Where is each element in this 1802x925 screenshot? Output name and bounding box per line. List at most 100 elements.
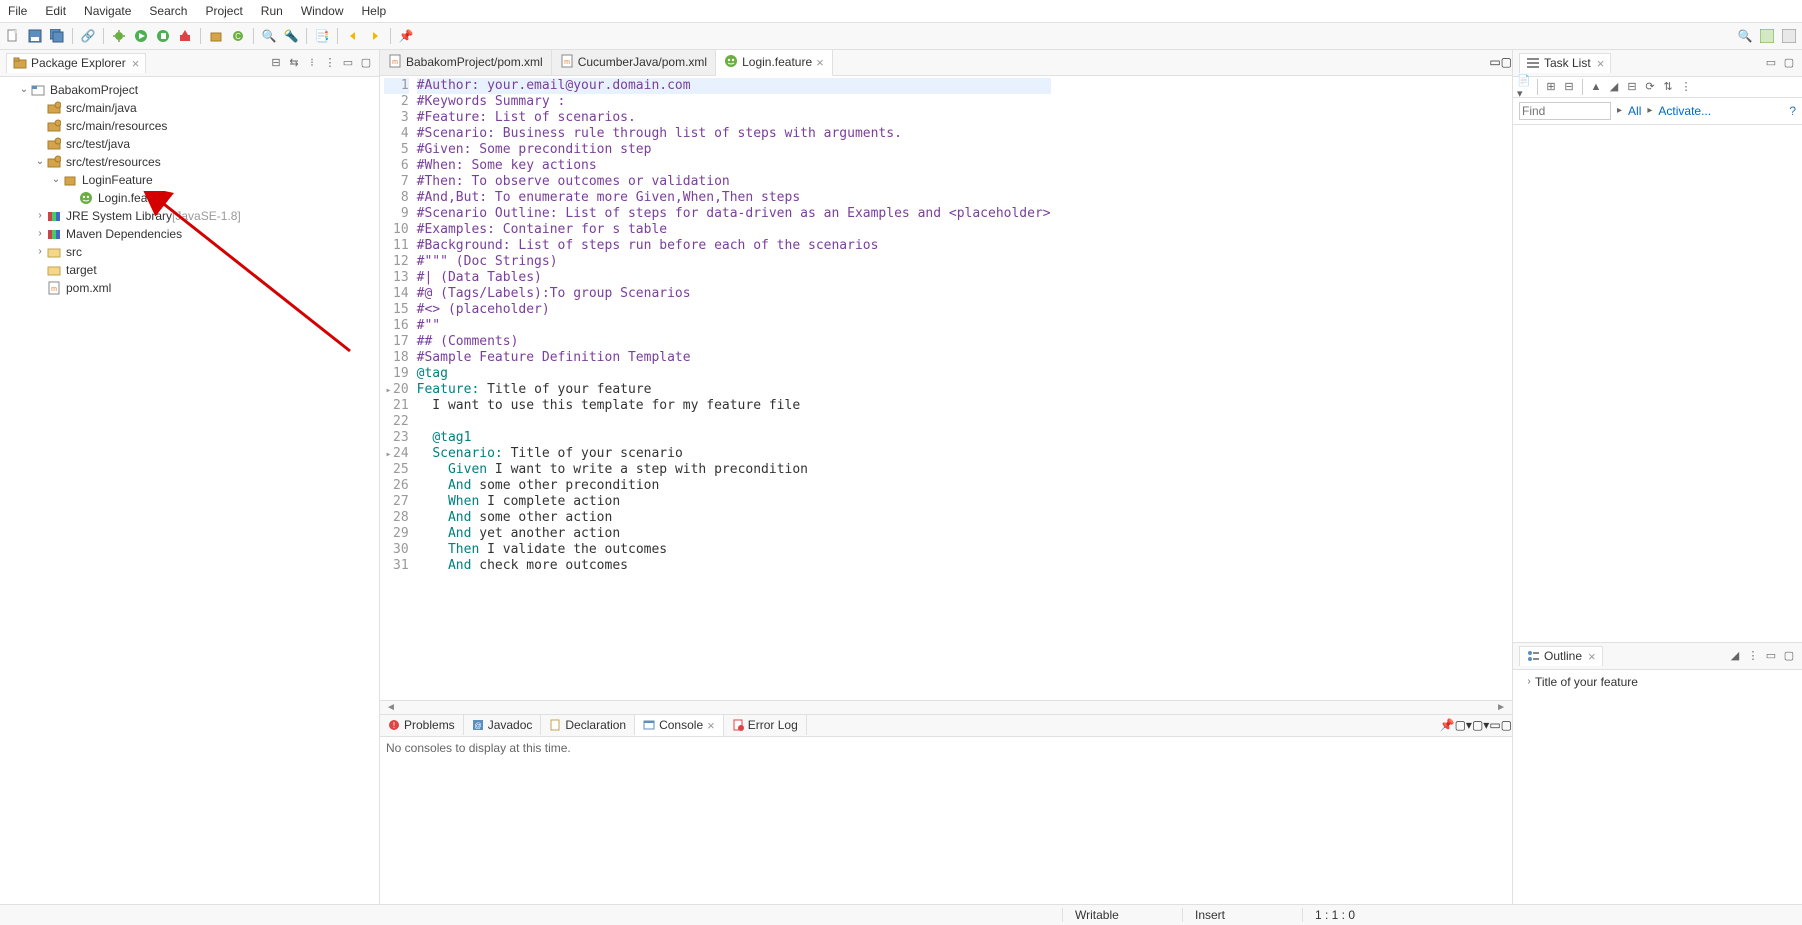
tab-declaration[interactable]: Declaration bbox=[541, 715, 635, 735]
pin-icon[interactable]: 📌 bbox=[397, 27, 415, 45]
tree-login-feature[interactable]: Login.feature bbox=[98, 191, 168, 205]
tree-item[interactable]: Maven Dependencies bbox=[66, 227, 182, 241]
menu-edit[interactable]: Edit bbox=[45, 4, 66, 18]
close-icon[interactable]: × bbox=[132, 56, 140, 71]
task-list-title: Task List bbox=[1544, 56, 1591, 70]
tree-project[interactable]: BabakomProject bbox=[50, 83, 138, 97]
external-tools-icon[interactable] bbox=[176, 27, 194, 45]
coverage-icon[interactable] bbox=[154, 27, 172, 45]
save-all-icon[interactable] bbox=[48, 27, 66, 45]
search-icon[interactable]: 🔦 bbox=[282, 27, 300, 45]
new-console-icon[interactable]: ▢▾ bbox=[1472, 718, 1489, 732]
tab-problems[interactable]: !Problems bbox=[380, 715, 464, 735]
close-icon[interactable]: × bbox=[1588, 649, 1596, 664]
tree-item[interactable]: target bbox=[66, 263, 97, 277]
forward-icon[interactable] bbox=[366, 27, 384, 45]
perspective-java-icon[interactable] bbox=[1758, 27, 1776, 45]
close-icon[interactable]: × bbox=[707, 718, 715, 733]
synchronize-icon[interactable]: ⟳ bbox=[1643, 80, 1657, 94]
right-panel: Task List× ▭ ▢ 📄▾ ⊞ ⊟ ▲ ◢ ⊟ ⟳ ⇅ ⋮ ▸All bbox=[1512, 50, 1802, 904]
tab-errorlog[interactable]: Error Log bbox=[724, 715, 807, 735]
view-menu-icon[interactable]: ⋮ bbox=[1679, 80, 1693, 94]
tab-javadoc[interactable]: @Javadoc bbox=[464, 715, 542, 735]
svg-text:m: m bbox=[392, 59, 398, 66]
editor-tab[interactable]: mBabakomProject/pom.xml bbox=[380, 50, 552, 75]
new-task-icon[interactable]: 📄▾ bbox=[1517, 80, 1531, 94]
tree-item[interactable]: src/main/resources bbox=[66, 119, 167, 133]
maximize-icon[interactable]: ▢ bbox=[1501, 718, 1512, 732]
tree-item[interactable]: src/test/java bbox=[66, 137, 130, 151]
menu-window[interactable]: Window bbox=[301, 4, 344, 18]
toggle-mark-icon[interactable]: 📑 bbox=[313, 27, 331, 45]
hide-icon[interactable]: ◢ bbox=[1607, 80, 1621, 94]
tab-icon bbox=[724, 54, 738, 71]
close-icon[interactable]: × bbox=[816, 55, 824, 70]
run-icon[interactable] bbox=[132, 27, 150, 45]
maximize-icon[interactable]: ▢ bbox=[1782, 56, 1796, 70]
menu-run[interactable]: Run bbox=[261, 4, 283, 18]
task-activate-link[interactable]: Activate... bbox=[1658, 104, 1711, 118]
code-content[interactable]: #Author: your.email@your.domain.com#Keyw… bbox=[417, 76, 1051, 700]
task-find-input[interactable] bbox=[1519, 102, 1611, 120]
outline-view: Outline× ◢ ⋮ ▭ ▢ ›Title of your feature bbox=[1513, 642, 1802, 904]
menu-project[interactable]: Project bbox=[205, 4, 242, 18]
task-all-link[interactable]: All bbox=[1628, 104, 1641, 118]
sort-icon[interactable]: ⇅ bbox=[1661, 80, 1675, 94]
menu-navigate[interactable]: Navigate bbox=[84, 4, 131, 18]
collapse-all-icon[interactable]: ⊟ bbox=[269, 56, 283, 70]
back-icon[interactable] bbox=[344, 27, 362, 45]
focus-icon[interactable]: ◢ bbox=[1728, 649, 1742, 663]
editor-tab[interactable]: mCucumberJava/pom.xml bbox=[552, 50, 716, 75]
debug-icon[interactable] bbox=[110, 27, 128, 45]
editor-area: mBabakomProject/pom.xmlmCucumberJava/pom… bbox=[380, 50, 1512, 904]
display-console-icon[interactable]: ▢ bbox=[1455, 718, 1466, 732]
filter-icon[interactable]: ⁝ bbox=[305, 56, 319, 70]
view-menu-icon[interactable]: ⋮ bbox=[323, 56, 337, 70]
focus-icon[interactable]: ▲ bbox=[1589, 80, 1603, 94]
code-editor[interactable]: 12345678910111213141516171819▸20212223▸2… bbox=[380, 76, 1512, 700]
scroll-right-icon[interactable]: ► bbox=[1496, 702, 1506, 713]
view-menu-icon[interactable]: ⋮ bbox=[1746, 649, 1760, 663]
maximize-icon[interactable]: ▢ bbox=[1501, 55, 1512, 69]
maximize-icon[interactable]: ▢ bbox=[1782, 649, 1796, 663]
perspective-open-icon[interactable] bbox=[1780, 27, 1798, 45]
menu-search[interactable]: Search bbox=[149, 4, 187, 18]
categorize-icon[interactable]: ⊞ bbox=[1544, 80, 1558, 94]
maximize-icon[interactable]: ▢ bbox=[359, 56, 373, 70]
quick-access-icon[interactable]: 🔍 bbox=[1736, 27, 1754, 45]
minimize-icon[interactable]: ▭ bbox=[1489, 718, 1500, 732]
tab-console[interactable]: Console× bbox=[635, 715, 724, 736]
close-icon[interactable]: × bbox=[1597, 56, 1605, 71]
new-class-icon[interactable]: C bbox=[229, 27, 247, 45]
tree-item[interactable]: JRE System Library bbox=[66, 209, 172, 223]
help-icon[interactable]: ? bbox=[1789, 104, 1796, 118]
tree-item[interactable]: pom.xml bbox=[66, 281, 111, 295]
minimize-icon[interactable]: ▭ bbox=[1764, 649, 1778, 663]
tree-item[interactable]: src/test/resources bbox=[66, 155, 161, 169]
save-icon[interactable] bbox=[26, 27, 44, 45]
source-folder-icon bbox=[46, 100, 62, 116]
new-package-icon[interactable] bbox=[207, 27, 225, 45]
tree-item[interactable]: LoginFeature bbox=[82, 173, 153, 187]
open-type-icon[interactable]: 🔍 bbox=[260, 27, 278, 45]
pin-console-icon[interactable]: 📌 bbox=[1440, 718, 1455, 732]
minimize-icon[interactable]: ▭ bbox=[341, 56, 355, 70]
scroll-left-icon[interactable]: ◄ bbox=[386, 702, 396, 713]
outline-item[interactable]: ›Title of your feature bbox=[1519, 674, 1796, 690]
statusbar: Writable Insert 1 : 1 : 0 bbox=[0, 904, 1802, 925]
package-explorer-tree[interactable]: ⌄BabakomProject src/main/java src/main/r… bbox=[0, 77, 379, 904]
editor-tab[interactable]: Login.feature× bbox=[716, 50, 833, 76]
menu-help[interactable]: Help bbox=[362, 4, 387, 18]
tree-item[interactable]: src/main/java bbox=[66, 101, 137, 115]
tree-item[interactable]: src bbox=[66, 245, 82, 259]
menu-file[interactable]: File bbox=[8, 4, 27, 18]
minimize-icon[interactable]: ▭ bbox=[1489, 55, 1500, 69]
new-icon[interactable] bbox=[4, 27, 22, 45]
toolbar-icon[interactable]: 🔗 bbox=[79, 27, 97, 45]
schedule-icon[interactable]: ⊟ bbox=[1562, 80, 1576, 94]
link-editor-icon[interactable]: ⇆ bbox=[287, 56, 301, 70]
outline-icon bbox=[1526, 649, 1540, 663]
collapse-icon[interactable]: ⊟ bbox=[1625, 80, 1639, 94]
project-icon bbox=[30, 82, 46, 98]
minimize-icon[interactable]: ▭ bbox=[1764, 56, 1778, 70]
